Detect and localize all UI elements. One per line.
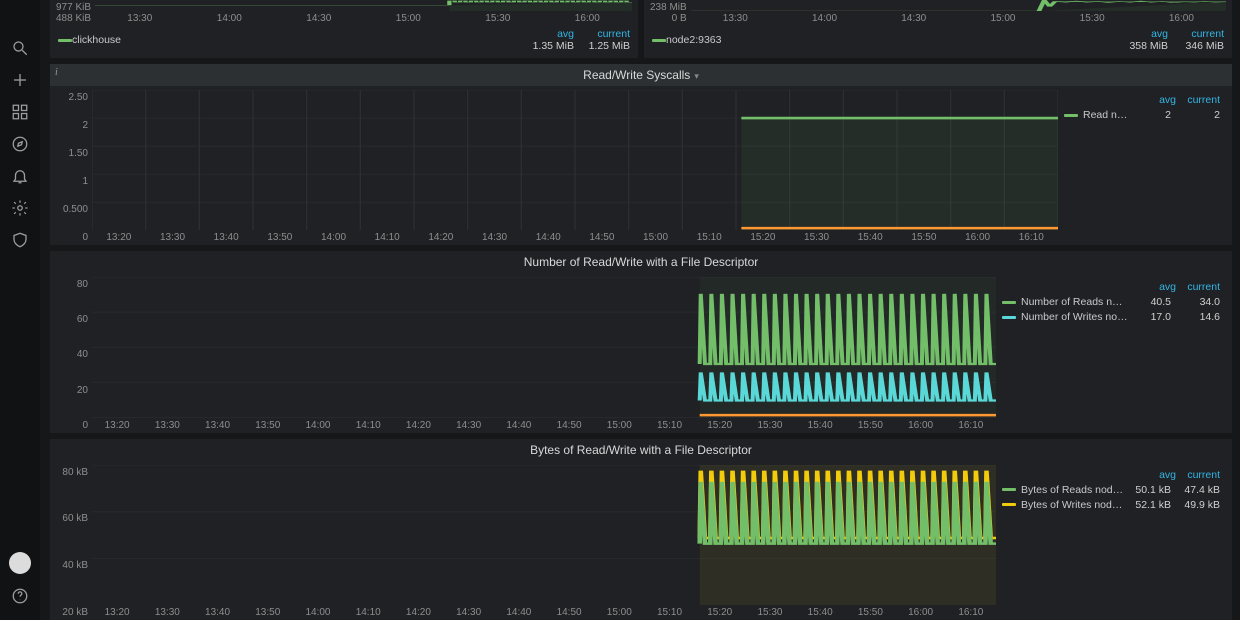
legend-swatch [58,39,72,42]
help-icon[interactable] [10,586,30,606]
legend-row[interactable]: Bytes of Writes node2:9363 52.1 kB 49.9 … [1002,499,1220,511]
yaxis: 806040200 [56,277,92,430]
panel-fd-bytes[interactable]: Bytes of Read/Write with a File Descript… [50,439,1232,620]
panel-title[interactable]: Number of Read/Write with a File Descrip… [50,251,1232,273]
sidebar [0,0,40,620]
legend: avgcurrent Number of Reads node2:9363 40… [1002,277,1226,430]
chevron-down-icon[interactable]: ▾ [694,71,699,81]
panel-syscalls[interactable]: i Read/Write Syscalls▾ 2.5021.5010.5000 [50,64,1232,245]
yaxis: 2.5021.5010.5000 [56,90,92,243]
chart-plot[interactable] [691,0,1226,11]
gear-icon[interactable] [10,198,30,218]
panel-top-right[interactable]: 238 MiB 0 B [644,0,1232,58]
xaxis: 13:3014:0014:3015:0015:3016:00 [691,11,1226,24]
panel-fd-count[interactable]: Number of Read/Write with a File Descrip… [50,251,1232,432]
chart-plot[interactable] [95,0,632,11]
xaxis: 13:2013:3013:4013:5014:0014:1014:2014:30… [92,230,1058,243]
dashboards-icon[interactable] [10,102,30,122]
compass-icon[interactable] [10,134,30,154]
search-icon[interactable] [10,38,30,58]
legend: node2:9363 avgcurrent 358 MiB346 MiB [644,26,1232,58]
plus-icon[interactable] [10,70,30,90]
bell-icon[interactable] [10,166,30,186]
panel-top-left[interactable]: 977 KiB 488 KiB [50,0,638,58]
legend-swatch [1064,114,1078,117]
yaxis: 977 KiB 488 KiB [56,0,95,24]
chart-plot[interactable] [92,90,1058,230]
yaxis: 80 kB60 kB40 kB20 kB [56,465,92,618]
chart-plot[interactable] [92,465,996,605]
xaxis: 13:2013:3013:4013:5014:0014:1014:2014:30… [92,418,996,431]
legend-row[interactable]: Number of Reads node2:9363 40.5 34.0 [1002,296,1220,308]
legend-row[interactable]: Number of Writes node2:9363 17.0 14.6 [1002,311,1220,323]
legend: clickhouse avgcurrent 1.35 MiB1.25 MiB [50,26,638,58]
legend-swatch [652,39,666,42]
info-icon[interactable]: i [55,67,58,78]
xaxis: 13:3014:0014:3015:0015:3016:00 [95,11,632,24]
legend: avgcurrent Read node2:9363 2 2 [1064,90,1226,243]
chart-plot[interactable] [92,277,996,417]
avatar[interactable] [9,552,31,574]
xaxis: 13:2013:3013:4013:5014:0014:1014:2014:30… [92,605,996,618]
shield-icon[interactable] [10,230,30,250]
legend: avgcurrent Bytes of Reads node2:9363 50.… [1002,465,1226,618]
legend-row[interactable]: Bytes of Reads node2:9363 50.1 kB 47.4 k… [1002,484,1220,496]
yaxis: 238 MiB 0 B [650,0,691,24]
panel-title[interactable]: i Read/Write Syscalls▾ [50,64,1232,86]
legend-row[interactable]: Read node2:9363 2 2 [1064,109,1220,121]
panel-title[interactable]: Bytes of Read/Write with a File Descript… [50,439,1232,461]
dashboard-main: 977 KiB 488 KiB [40,0,1240,620]
